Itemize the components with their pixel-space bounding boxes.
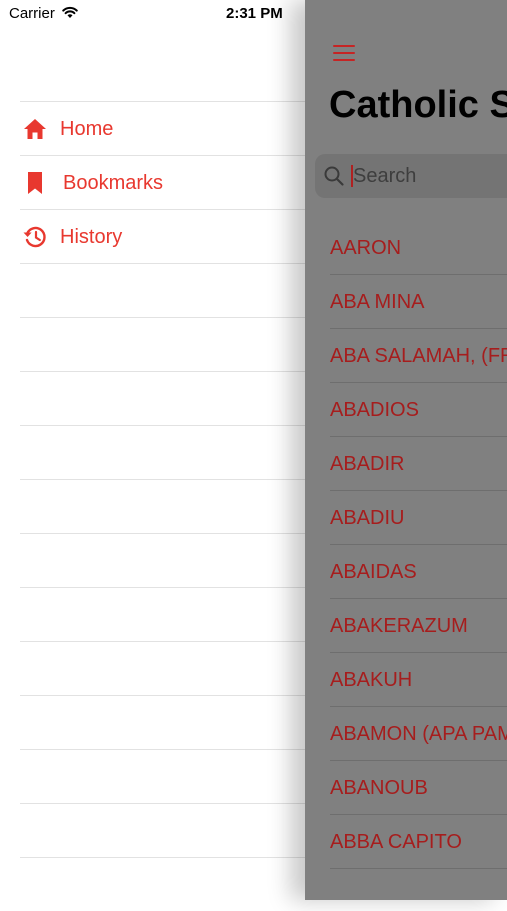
drawer-item-bookmarks[interactable]: Bookmarks (20, 155, 310, 209)
drawer-empty-row (20, 749, 310, 803)
list-item-label: ABAKERAZUM (330, 615, 468, 637)
list-item-label: ABADIU (330, 507, 405, 529)
list-item[interactable]: ABAKERAZUM (330, 599, 507, 653)
list-item[interactable]: ABADIR (330, 437, 507, 491)
drawer-empty-row (20, 695, 310, 749)
drawer-item-label: Bookmarks (63, 172, 164, 194)
drawer-empty-row (20, 587, 310, 641)
drawer-empty-row (20, 641, 310, 695)
drawer-empty-row (20, 263, 310, 317)
drawer-empty-row (20, 425, 310, 479)
main-panel-overlay[interactable]: Catholic S AARON ABA MINA ABA SALAMAH, (… (305, 0, 507, 900)
list-item[interactable]: ABAIDAS (330, 545, 507, 599)
list-item-label: ABAKUH (330, 669, 413, 691)
list-item-label: ABADIR (330, 453, 405, 475)
search-icon (324, 166, 344, 186)
list-item[interactable]: ABANOUB (330, 761, 507, 815)
list-item-label: ABAMON (APA PAM (330, 723, 507, 745)
list-item-label: AARON (330, 237, 402, 259)
drawer-empty-row (20, 479, 310, 533)
bookmark-icon (28, 172, 42, 194)
list-item-label: ABA MINA (330, 291, 425, 313)
list-item[interactable]: ABBA CAPITO (330, 815, 507, 869)
list-item-label: ABA SALAMAH, (FR (330, 345, 507, 367)
list-item[interactable]: ABAMON (APA PAM (330, 707, 507, 761)
list-item[interactable]: ABADIU (330, 491, 507, 545)
search-bar[interactable] (315, 154, 507, 198)
drawer-item-label: History (60, 226, 123, 248)
list-item[interactable]: ABAKUH (330, 653, 507, 707)
list-item[interactable]: ABA MINA (330, 275, 507, 329)
drawer-empty-row (20, 371, 310, 425)
list-item-label: ABANOUB (330, 777, 428, 799)
drawer-item-label: Home (60, 118, 114, 140)
list-item[interactable]: AARON (330, 221, 507, 275)
home-icon (24, 119, 46, 139)
page-title: Catholic S (329, 84, 507, 126)
drawer-empty-row (20, 317, 310, 371)
search-input[interactable] (353, 162, 507, 190)
list-item[interactable]: ABADIOS (330, 383, 507, 437)
drawer-empty-row (20, 857, 310, 911)
list-item[interactable]: ABA SALAMAH, (FR (330, 329, 507, 383)
drawer-item-home[interactable]: Home (20, 101, 310, 155)
drawer-empty-row (20, 803, 310, 857)
side-drawer: Home Bookmarks History (0, 0, 310, 900)
list-item-label: ABBA CAPITO (330, 831, 462, 853)
saints-list: AARON ABA MINA ABA SALAMAH, (FR ABADIOS … (330, 221, 507, 869)
history-icon (23, 226, 46, 248)
list-item-label: ABAIDAS (330, 561, 417, 583)
drawer-empty-row (20, 533, 310, 587)
drawer-item-history[interactable]: History (20, 209, 310, 263)
list-item-label: ABADIOS (330, 399, 419, 421)
menu-icon[interactable] (333, 45, 355, 61)
